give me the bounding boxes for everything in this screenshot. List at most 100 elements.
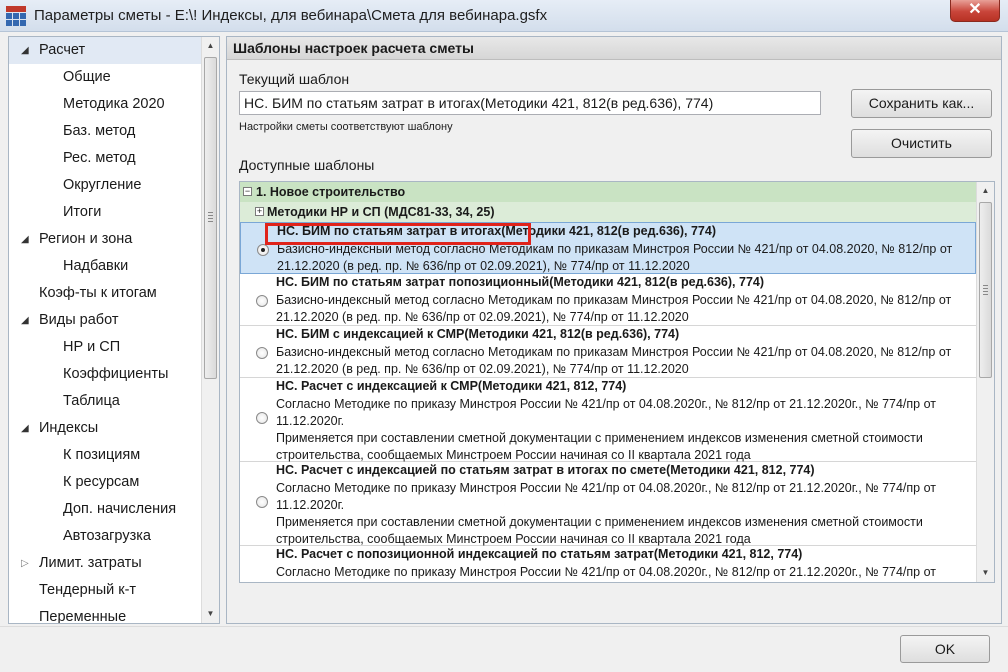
nav-item[interactable]: Рес. метод xyxy=(9,145,201,172)
nav-item-label: Автозагрузка xyxy=(63,528,151,544)
nav-item[interactable]: Баз. метод xyxy=(9,118,201,145)
nav-item[interactable]: Коэф-ты к итогам xyxy=(9,280,201,307)
template-description: Согласно Методике по приказу Минстроя Ро… xyxy=(276,396,972,464)
template-title: НС. Расчет с индексацией по статьям затр… xyxy=(276,463,815,477)
collapse-arrow-icon[interactable]: ◢ xyxy=(21,37,29,64)
settings-nav-tree: ◢ Расчет Общие Методика 2020 Баз. метод Рес. … xyxy=(8,36,220,624)
scroll-thumb[interactable] xyxy=(204,57,217,379)
expand-icon[interactable]: + xyxy=(255,207,264,216)
nav-item[interactable]: ◢ Индексы xyxy=(9,415,201,442)
save-as-button[interactable]: Сохранить как... xyxy=(851,89,992,118)
nav-item-label: Лимит. затраты xyxy=(39,555,142,571)
scroll-up-arrow-icon[interactable]: ▲ xyxy=(977,182,994,200)
expand-arrow-icon[interactable]: ▷ xyxy=(21,550,29,577)
nav-item-label: Доп. начисления xyxy=(63,501,177,517)
template-item[interactable]: НС. БИМ с индексацией к СМР(Методики 421… xyxy=(240,326,976,378)
nav-item[interactable]: Округление xyxy=(9,172,201,199)
collapse-arrow-icon[interactable]: ◢ xyxy=(21,415,29,442)
nav-item-label: НР и СП xyxy=(63,339,121,355)
nav-item[interactable]: Методика 2020 xyxy=(9,91,201,118)
template-item[interactable]: НС. Расчет с попозиционной индексацией п… xyxy=(240,546,976,583)
nav-item-label: Округление xyxy=(63,177,142,193)
nav-item-label: К ресурсам xyxy=(63,474,140,490)
group-new-construction[interactable]: − 1. Новое строительство xyxy=(240,182,976,202)
template-radio[interactable] xyxy=(257,244,269,256)
match-note: Настройки сметы соответствуют шаблону xyxy=(239,121,453,133)
template-title: НС. БИМ по статьям затрат попозиционный(… xyxy=(276,275,765,289)
nav-item-label: Виды работ xyxy=(39,312,119,328)
nav-item[interactable]: Итоги xyxy=(9,199,201,226)
nav-item[interactable]: ◢ Виды работ xyxy=(9,307,201,334)
clear-button[interactable]: Очистить xyxy=(851,129,992,158)
templates-list: − 1. Новое строительство + Методики НР и… xyxy=(239,181,995,583)
template-title: НС. БИМ с индексацией к СМР(Методики 421… xyxy=(276,327,680,341)
nav-scrollbar[interactable]: ▲ ▼ xyxy=(201,37,219,623)
template-description-line: Согласно Методике по приказу Минстроя Ро… xyxy=(276,481,937,512)
group-label: 1. Новое строительство xyxy=(256,185,406,199)
template-radio[interactable] xyxy=(256,295,268,307)
template-item[interactable]: НС. Расчет с индексацией к СМР(Методики … xyxy=(240,378,976,462)
ok-button[interactable]: OK xyxy=(900,635,990,663)
nav-item[interactable]: Таблица xyxy=(9,388,201,415)
nav-item-label: Тендерный к-т xyxy=(39,582,137,598)
template-radio[interactable] xyxy=(256,582,268,583)
template-description-line: Согласно Методике по приказу Минстроя Ро… xyxy=(276,397,937,428)
nav-list: ◢ Расчет Общие Методика 2020 Баз. метод Рес. … xyxy=(9,37,201,624)
nav-item-label: Надбавки xyxy=(63,258,129,274)
nav-item-label: Коэффициенты xyxy=(63,366,169,382)
templates-scrollbar[interactable]: ▲ ▼ xyxy=(976,182,994,582)
nav-item-label: Таблица xyxy=(63,393,120,409)
template-description: Согласно Методике по приказу Минстроя Ро… xyxy=(276,565,937,579)
scroll-down-arrow-icon[interactable]: ▼ xyxy=(202,605,219,623)
nav-item-label: Итоги xyxy=(63,204,102,220)
collapse-arrow-icon[interactable]: ◢ xyxy=(21,307,29,334)
nav-item[interactable]: Коэффициенты xyxy=(9,361,201,388)
template-description: Базисно-индексный метод согласно Методик… xyxy=(276,345,952,376)
template-usage-note: Применяется при составлении сметной доку… xyxy=(276,515,923,546)
template-description: Базисно-индексный метод согласно Методик… xyxy=(276,293,952,324)
template-item[interactable]: НС. БИМ по статьям затрат в итогах(Метод… xyxy=(240,222,976,274)
window-title: Параметры сметы - E:\! Индексы, для веби… xyxy=(34,7,548,24)
current-template-field[interactable]: НС. БИМ по статьям затрат в итогах(Метод… xyxy=(239,91,821,115)
templates-panel: Шаблоны настроек расчета сметы Текущий ш… xyxy=(226,36,1002,624)
group-label: Методики НР и СП (МДС81-33, 34, 25) xyxy=(267,205,495,219)
template-title: НС. Расчет с индексацией к СМР(Методики … xyxy=(276,379,627,393)
nav-item[interactable]: НР и СП xyxy=(9,334,201,361)
nav-item-label: Регион и зона xyxy=(39,231,133,247)
collapse-arrow-icon[interactable]: ◢ xyxy=(21,226,29,253)
highlight-annotation-box xyxy=(265,223,531,245)
nav-item-label: Коэф-ты к итогам xyxy=(39,285,157,301)
nav-item[interactable]: ◢ Регион и зона xyxy=(9,226,201,253)
nav-item[interactable]: Тендерный к-т xyxy=(9,577,201,604)
nav-item-label: Общие xyxy=(63,69,111,85)
template-item[interactable]: НС. БИМ по статьям затрат попозиционный(… xyxy=(240,274,976,326)
template-item[interactable]: НС. Расчет с индексацией по статьям затр… xyxy=(240,462,976,546)
scroll-thumb[interactable] xyxy=(979,202,992,378)
nav-item[interactable]: Автозагрузка xyxy=(9,523,201,550)
template-radio[interactable] xyxy=(256,412,268,424)
available-templates-label: Доступные шаблоны xyxy=(239,157,375,173)
group-methodics-nr-sp[interactable]: + Методики НР и СП (МДС81-33, 34, 25) xyxy=(240,202,976,222)
nav-item[interactable]: ▷ Лимит. затраты xyxy=(9,550,201,577)
nav-item[interactable]: К ресурсам xyxy=(9,469,201,496)
nav-item-label: Рес. метод xyxy=(63,150,136,166)
close-icon: ✕ xyxy=(968,1,982,18)
template-radio[interactable] xyxy=(256,496,268,508)
nav-item-label: Индексы xyxy=(39,420,99,436)
template-radio[interactable] xyxy=(256,347,268,359)
dialog-footer: OK xyxy=(0,626,1008,672)
close-button[interactable]: ✕ xyxy=(950,0,1000,22)
nav-item[interactable]: ◢ Расчет xyxy=(9,37,201,64)
nav-item[interactable]: Надбавки xyxy=(9,253,201,280)
collapse-icon[interactable]: − xyxy=(243,187,252,196)
nav-item-label: К позициям xyxy=(63,447,141,463)
template-title: НС. Расчет с попозиционной индексацией п… xyxy=(276,547,803,561)
scroll-down-arrow-icon[interactable]: ▼ xyxy=(977,564,994,582)
nav-item-label: Переменные xyxy=(39,609,127,624)
scroll-up-arrow-icon[interactable]: ▲ xyxy=(202,37,219,55)
nav-item[interactable]: Общие xyxy=(9,64,201,91)
template-description: Согласно Методике по приказу Минстроя Ро… xyxy=(276,480,972,548)
nav-item[interactable]: Переменные xyxy=(9,604,201,624)
nav-item[interactable]: Доп. начисления xyxy=(9,496,201,523)
nav-item[interactable]: К позициям xyxy=(9,442,201,469)
